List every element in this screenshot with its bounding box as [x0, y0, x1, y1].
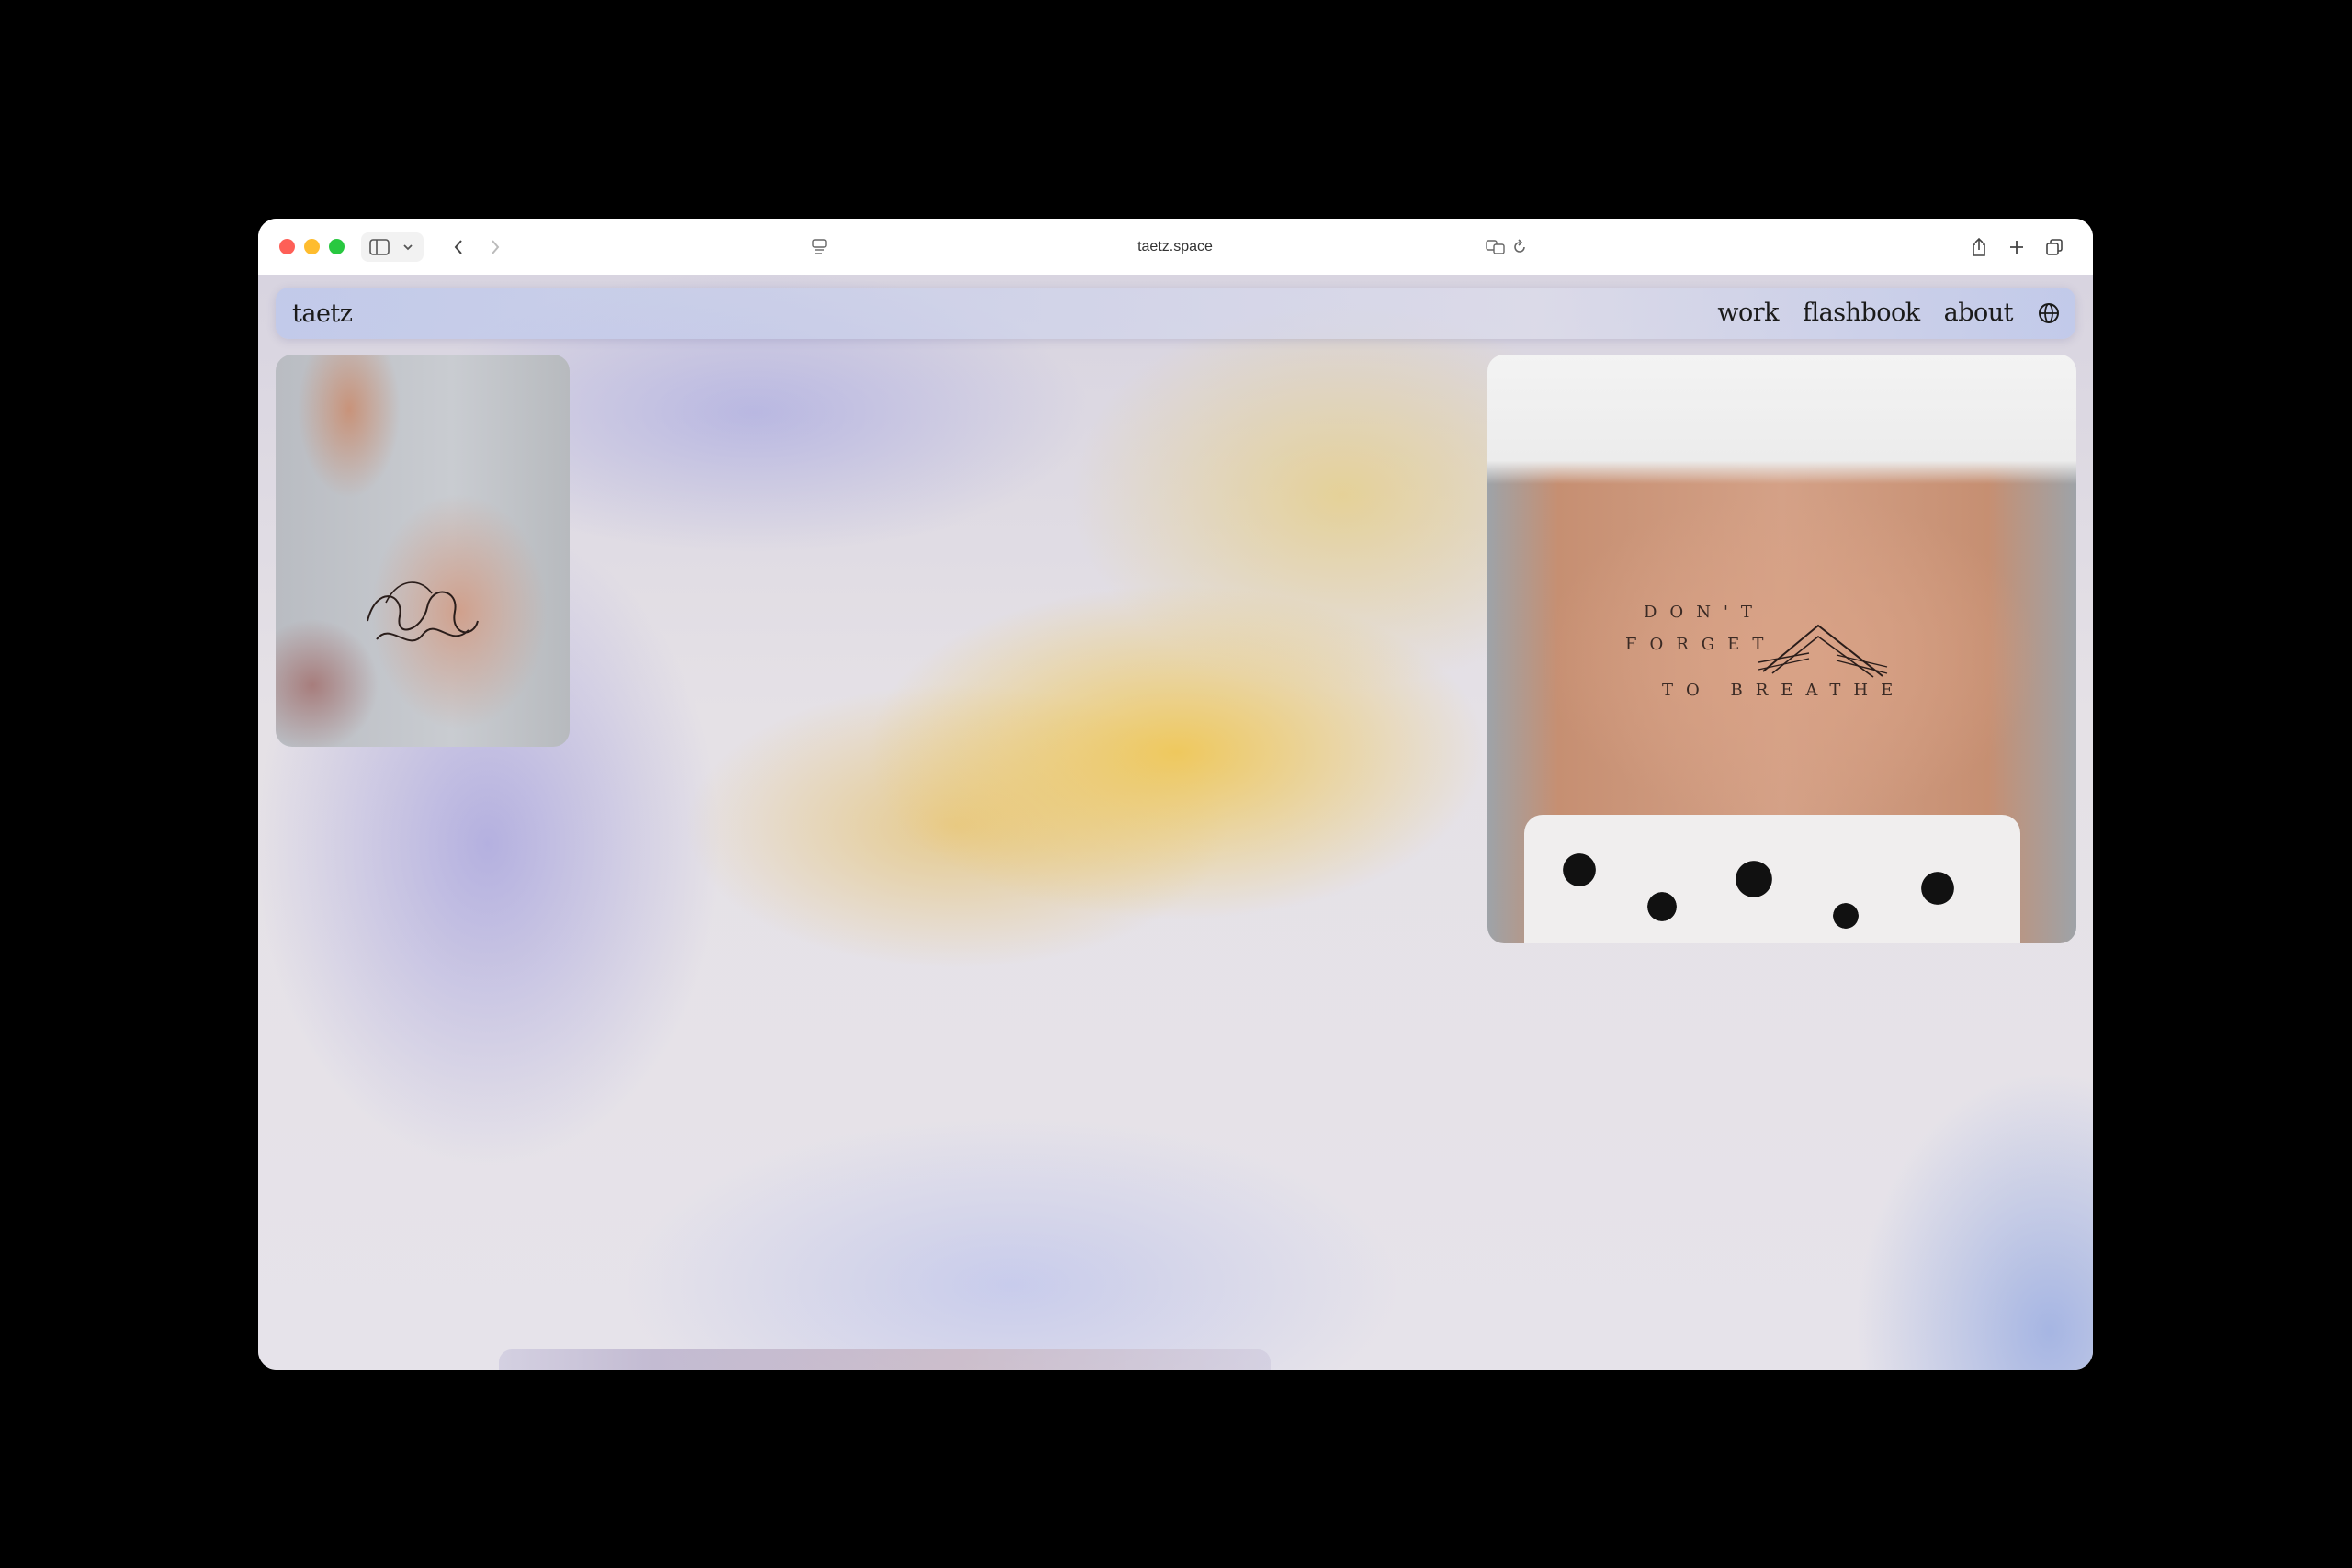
new-tab-button[interactable] [2000, 232, 2033, 262]
chevron-down-icon [403, 244, 413, 251]
hands-tattoo-drawing [1758, 624, 1888, 678]
shoulder-tattoo-photo[interactable] [276, 355, 570, 747]
close-window-button[interactable] [279, 239, 295, 254]
page-viewport: taetz work flashbook about DON'T FORGET … [258, 275, 2093, 1370]
reader-icon[interactable] [811, 238, 828, 256]
forward-icon [492, 240, 500, 254]
line-tattoo-drawing [367, 581, 479, 642]
belly-tattoo-photo[interactable]: DON'T FORGET TO BREATHE [1487, 355, 2076, 943]
tattoo-text-line: DON'T [1644, 603, 1765, 622]
url-text[interactable]: taetz.space [1137, 239, 1213, 255]
next-photo-preview[interactable] [499, 1349, 1271, 1370]
back-icon [454, 240, 462, 254]
tab-overview-button[interactable] [2038, 232, 2071, 262]
site-logo[interactable]: taetz [292, 299, 353, 328]
leopard-print-waistband [1524, 815, 2020, 943]
site-navbar: taetz work flashbook about [276, 288, 2075, 339]
plus-icon [2010, 241, 2023, 254]
back-button[interactable] [442, 232, 475, 262]
sidebar-icon [369, 239, 390, 255]
forward-button[interactable] [479, 232, 512, 262]
globe-icon [2039, 302, 2059, 323]
browser-window: taetz.space taetz work flashbook about D… [258, 219, 2093, 1370]
nav-link-work[interactable]: work [1717, 299, 1779, 327]
language-button[interactable] [2037, 301, 2061, 325]
address-bar[interactable]: taetz.space [798, 230, 1552, 265]
minimize-window-button[interactable] [304, 239, 320, 254]
share-button[interactable] [1962, 232, 1996, 262]
browser-toolbar: taetz.space [258, 219, 2093, 276]
sidebar-toggle-button[interactable] [361, 232, 424, 262]
translate-icon[interactable] [1486, 239, 1506, 255]
reload-icon[interactable] [1511, 239, 1528, 255]
nav-link-flashbook[interactable]: flashbook [1803, 299, 1920, 327]
tabs-icon [2046, 239, 2063, 255]
nav-links: work flashbook about [1693, 299, 2061, 327]
share-icon [1973, 237, 1985, 256]
nav-link-about[interactable]: about [1944, 299, 2014, 327]
zoom-window-button[interactable] [329, 239, 345, 254]
